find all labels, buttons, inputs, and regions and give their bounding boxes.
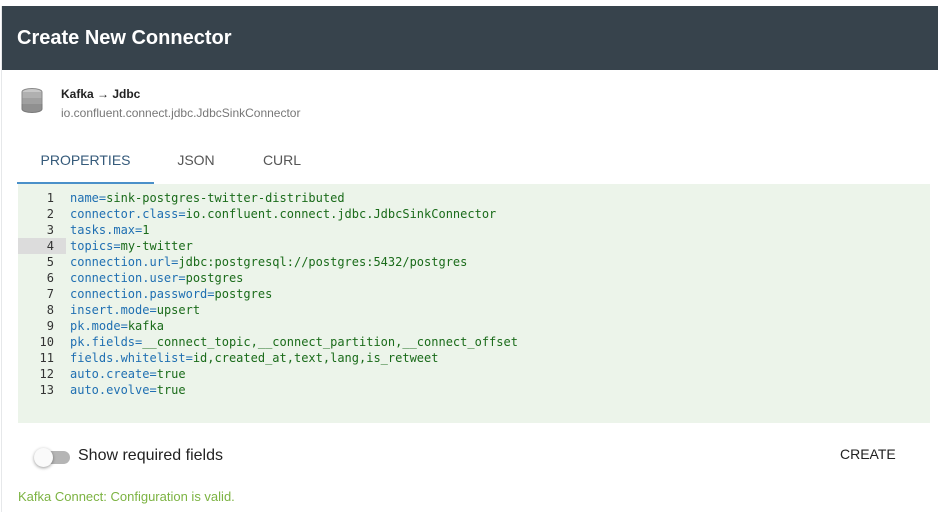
property-key: auto.create — [70, 367, 150, 381]
dialog-title: Create New Connector — [17, 27, 232, 49]
editor-line[interactable]: 4 topics=my-twitter — [18, 238, 930, 254]
property-value: kafka — [127, 319, 164, 333]
editor-line[interactable]: 12 auto.create=true — [18, 366, 930, 382]
line-code: name=sink-postgres-twitter-distributed — [70, 190, 345, 206]
properties-editor[interactable]: 1 name=sink-postgres-twitter-distributed 2… — [18, 184, 930, 423]
property-value: postgres — [185, 271, 244, 285]
property-key: pk.fields — [70, 335, 136, 349]
toggle-label: Show required fields — [78, 447, 223, 464]
equals-sign: = — [185, 351, 193, 365]
property-value: id,created_at,text,lang,is_retweet — [192, 351, 439, 365]
tab-json[interactable]: JSON — [167, 146, 225, 184]
equals-sign: = — [178, 207, 186, 221]
editor-line[interactable]: 11 fields.whitelist=id,created_at,text,la… — [18, 350, 930, 366]
line-number: 9 — [46, 319, 54, 333]
editor-line[interactable]: 9 pk.mode=kafka — [18, 318, 930, 334]
property-value: true — [156, 383, 186, 397]
line-number: 7 — [46, 287, 54, 301]
line-code: insert.mode=upsert — [70, 302, 200, 318]
tab-curl[interactable]: CURL — [253, 146, 311, 184]
property-value: true — [156, 367, 186, 381]
equals-sign: = — [149, 383, 157, 397]
line-code: auto.evolve=true — [70, 382, 186, 398]
property-value: my-twitter — [120, 239, 193, 253]
editor-line[interactable]: 5 connection.url=jdbc:postgresql://postgr… — [18, 254, 930, 270]
line-number: 8 — [46, 303, 54, 317]
line-number: 5 — [46, 255, 54, 269]
equals-sign: = — [149, 367, 157, 381]
editor-line[interactable]: 2 connector.class=io.confluent.connect.jd… — [18, 206, 930, 222]
line-code: fields.whitelist=id,created_at,text,lang… — [70, 350, 438, 366]
toggle-knob — [34, 448, 53, 467]
property-key: connection.user — [70, 271, 179, 285]
validation-status: Kafka Connect: Configuration is valid. — [18, 489, 235, 504]
property-key: tasks.max — [70, 223, 136, 237]
property-key: auto.evolve — [70, 383, 150, 397]
property-value: io.confluent.connect.jdbc.JdbcSinkConnec… — [185, 207, 497, 221]
line-code: topics=my-twitter — [70, 238, 193, 254]
line-number: 10 — [39, 335, 54, 349]
editor-line[interactable]: 10 pk.fields=__connect_topic,__connect_pa… — [18, 334, 930, 350]
connector-name: Kafka → Jdbc — [61, 87, 141, 101]
line-number: 13 — [39, 383, 54, 397]
property-key: connector.class — [70, 207, 179, 221]
editor-line[interactable]: 7 connection.password=postgres — [18, 286, 930, 302]
equals-sign: = — [207, 287, 215, 301]
connector-class: io.confluent.connect.jdbc.JdbcSinkConnec… — [61, 106, 301, 120]
property-value: postgres — [214, 287, 273, 301]
property-value: jdbc:postgresql://postgres:5432/postgres — [178, 255, 468, 269]
property-key: topics — [70, 239, 114, 253]
property-value: 1 — [142, 223, 150, 237]
line-code: pk.fields=__connect_topic,__connect_part… — [70, 334, 518, 350]
editor-line[interactable]: 13 auto.evolve=true — [18, 382, 930, 398]
line-code: auto.create=true — [70, 366, 186, 382]
database-icon — [21, 88, 43, 113]
editor-line[interactable]: 3 tasks.max=1 — [18, 222, 930, 238]
property-key: fields.whitelist — [70, 351, 186, 365]
property-key: connection.password — [70, 287, 208, 301]
property-value: sink-postgres-twitter-distributed — [106, 191, 345, 205]
property-key: name — [70, 191, 99, 205]
line-code: connection.url=jdbc:postgresql://postgre… — [70, 254, 467, 270]
line-number: 12 — [39, 367, 54, 381]
editor-line[interactable]: 6 connection.user=postgres — [18, 270, 930, 286]
equals-sign: = — [149, 303, 157, 317]
line-number: 11 — [39, 351, 54, 365]
equals-sign: = — [178, 271, 186, 285]
line-code: connection.password=postgres — [70, 286, 272, 302]
dialog: Create New Connector Kafka → Jdbc io.con… — [1, 6, 938, 512]
property-key: pk.mode — [70, 319, 121, 333]
line-code: connector.class=io.confluent.connect.jdb… — [70, 206, 496, 222]
dialog-header: Create New Connector — [2, 6, 938, 70]
line-code: tasks.max=1 — [70, 222, 150, 238]
line-number: 3 — [46, 223, 54, 237]
line-code: pk.mode=kafka — [70, 318, 164, 334]
create-button[interactable]: CREATE — [840, 446, 896, 462]
line-number: 1 — [46, 191, 54, 205]
property-value: __connect_topic,__connect_partition,__co… — [142, 335, 518, 349]
line-number: 4 — [18, 238, 66, 254]
property-value: upsert — [156, 303, 201, 317]
editor-line[interactable]: 8 insert.mode=upsert — [18, 302, 930, 318]
tab-properties[interactable]: PROPERTIES — [17, 146, 154, 184]
line-number: 6 — [46, 271, 54, 285]
line-number: 2 — [46, 207, 54, 221]
show-required-toggle[interactable] — [34, 448, 72, 467]
property-key: insert.mode — [70, 303, 150, 317]
equals-sign: = — [120, 319, 128, 333]
equals-sign: = — [113, 239, 121, 253]
property-key: connection.url — [70, 255, 172, 269]
line-code: connection.user=postgres — [70, 270, 243, 286]
editor-line[interactable]: 1 name=sink-postgres-twitter-distributed — [18, 190, 930, 206]
